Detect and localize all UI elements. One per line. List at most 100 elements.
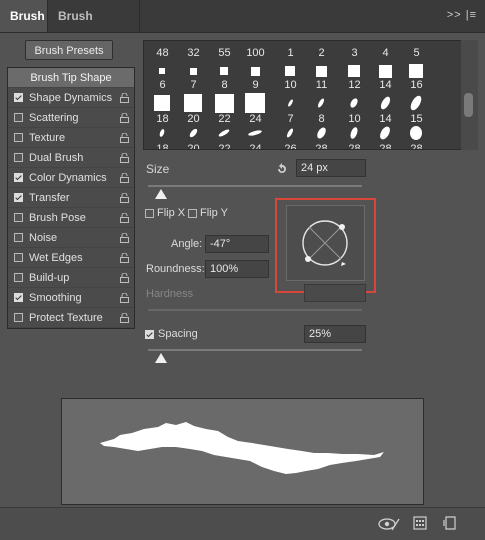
brush-tip-swatch[interactable] <box>348 97 360 109</box>
brush-tip-swatch[interactable] <box>286 98 294 108</box>
brush-size-label: 20 <box>187 143 200 150</box>
brush-presets-button[interactable]: Brush Presets <box>25 40 113 60</box>
option-scattering[interactable]: Scattering <box>8 108 134 128</box>
brush-tip-swatch[interactable] <box>315 65 327 77</box>
brush-stroke-preview <box>61 398 424 505</box>
brush-angle-circle-icon[interactable] <box>287 206 364 280</box>
brush-tip-swatch[interactable] <box>285 66 295 76</box>
visibility-icon[interactable] <box>378 516 400 532</box>
brush-tip-swatch[interactable] <box>408 94 424 112</box>
option-checkbox[interactable] <box>14 293 23 302</box>
spacing-checkbox[interactable] <box>145 330 154 339</box>
option-brush-tip-shape[interactable]: Brush Tip Shape <box>8 68 134 88</box>
option-dual-brush[interactable]: Dual Brush <box>8 148 134 168</box>
brush-tip-grid[interactable]: 48 32 55 100 1 2 3 4 5 6 7 8 9 10 11 12 14 16 18 20 22 24 7 8 10… <box>143 40 478 150</box>
option-checkbox[interactable] <box>14 153 23 162</box>
brush-size-label: 26 <box>284 143 297 150</box>
option-checkbox[interactable] <box>14 253 23 262</box>
tab-brush-presets[interactable]: Brush Presets <box>48 0 140 55</box>
angle-field[interactable]: -47° <box>205 235 269 253</box>
angle-roundness-widget[interactable] <box>286 205 365 281</box>
brush-tip-swatch[interactable] <box>410 126 422 140</box>
lock-icon[interactable] <box>120 133 129 143</box>
option-label: Wet Edges <box>29 252 83 264</box>
brush-tip-swatch[interactable] <box>154 95 170 111</box>
brush-tip-swatch[interactable] <box>245 93 265 113</box>
size-slider-track[interactable] <box>148 185 362 187</box>
brush-tip-swatch[interactable] <box>349 126 359 140</box>
option-wet-edges[interactable]: Wet Edges <box>8 248 134 268</box>
brush-tip-swatch[interactable] <box>247 129 263 137</box>
lock-icon[interactable] <box>120 113 129 123</box>
spacing-field[interactable]: 25% <box>304 325 366 343</box>
brush-size-label: 20 <box>187 113 200 125</box>
option-checkbox[interactable] <box>14 233 23 242</box>
brush-size-label: 28 <box>379 143 392 150</box>
brush-tip-swatch[interactable] <box>378 64 392 78</box>
option-brush-pose[interactable]: Brush Pose <box>8 208 134 228</box>
brush-tip-swatch[interactable] <box>158 128 166 138</box>
lock-icon[interactable] <box>120 313 129 323</box>
option-noise[interactable]: Noise <box>8 228 134 248</box>
brush-tip-swatch[interactable] <box>348 65 360 77</box>
brush-tip-swatch[interactable] <box>189 67 197 75</box>
tab-brush[interactable]: Brush <box>0 0 48 32</box>
option-shape-dynamics[interactable]: Shape Dynamics <box>8 88 134 108</box>
brush-tip-swatch[interactable] <box>184 94 202 112</box>
option-checkbox[interactable] <box>14 93 23 102</box>
flip-x-checkbox[interactable] <box>145 209 154 218</box>
brush-size-label: 22 <box>218 113 231 125</box>
option-transfer[interactable]: Transfer <box>8 188 134 208</box>
option-checkbox[interactable] <box>14 313 23 322</box>
lock-icon[interactable] <box>120 173 129 183</box>
option-smoothing[interactable]: Smoothing <box>8 288 134 308</box>
brush-tip-swatch[interactable] <box>378 124 392 142</box>
flip-y-checkbox[interactable] <box>188 209 197 218</box>
reset-icon[interactable] <box>275 162 289 176</box>
option-protect-texture[interactable]: Protect Texture <box>8 308 134 328</box>
lock-icon[interactable] <box>120 153 129 163</box>
option-checkbox[interactable] <box>14 173 23 182</box>
brush-tip-swatch[interactable] <box>217 128 231 138</box>
brush-size-label: 5 <box>413 47 420 59</box>
option-checkbox[interactable] <box>14 193 23 202</box>
brush-tip-swatch[interactable] <box>314 126 328 140</box>
lock-icon[interactable] <box>120 213 129 223</box>
brush-tip-swatch[interactable] <box>378 95 392 111</box>
size-slider-handle[interactable] <box>154 189 167 199</box>
new-preset-icon[interactable] <box>443 516 457 530</box>
roundness-field[interactable]: 100% <box>205 260 269 278</box>
option-color-dynamics[interactable]: Color Dynamics <box>8 168 134 188</box>
brush-tip-swatch[interactable] <box>187 127 199 139</box>
lock-icon[interactable] <box>120 273 129 283</box>
option-checkbox[interactable] <box>14 213 23 222</box>
brush-size-label: 10 <box>348 113 361 125</box>
option-build-up[interactable]: Build-up <box>8 268 134 288</box>
brush-tip-swatch[interactable] <box>250 66 260 76</box>
option-checkbox[interactable] <box>14 133 23 142</box>
tab-bar: Brush Brush Presets >> |≡ <box>0 0 485 55</box>
lock-icon[interactable] <box>120 93 129 103</box>
option-checkbox[interactable] <box>14 113 23 122</box>
lock-icon[interactable] <box>120 193 129 203</box>
brush-size-label: 18 <box>156 113 169 125</box>
brush-tip-swatch[interactable] <box>220 67 228 75</box>
brush-size-label: 15 <box>410 113 423 125</box>
lock-icon[interactable] <box>120 233 129 243</box>
lock-icon[interactable] <box>120 293 129 303</box>
spacing-slider-handle[interactable] <box>154 353 167 363</box>
lock-icon[interactable] <box>120 253 129 263</box>
option-texture[interactable]: Texture <box>8 128 134 148</box>
brush-size-label: 8 <box>318 113 325 125</box>
brush-tip-swatch[interactable] <box>409 64 423 78</box>
brush-tip-swatch[interactable] <box>285 127 295 139</box>
panel-menu-icon[interactable]: >> |≡ <box>447 9 477 21</box>
option-checkbox[interactable] <box>14 273 23 282</box>
grid-scroll-thumb[interactable] <box>464 93 473 117</box>
brush-grid-icon[interactable] <box>413 516 427 530</box>
spacing-slider-track[interactable] <box>148 349 362 351</box>
brush-tip-swatch[interactable] <box>316 97 326 109</box>
brush-tip-swatch[interactable] <box>159 68 165 74</box>
brush-tip-swatch[interactable] <box>214 93 234 113</box>
size-field[interactable]: 24 px <box>296 159 366 177</box>
